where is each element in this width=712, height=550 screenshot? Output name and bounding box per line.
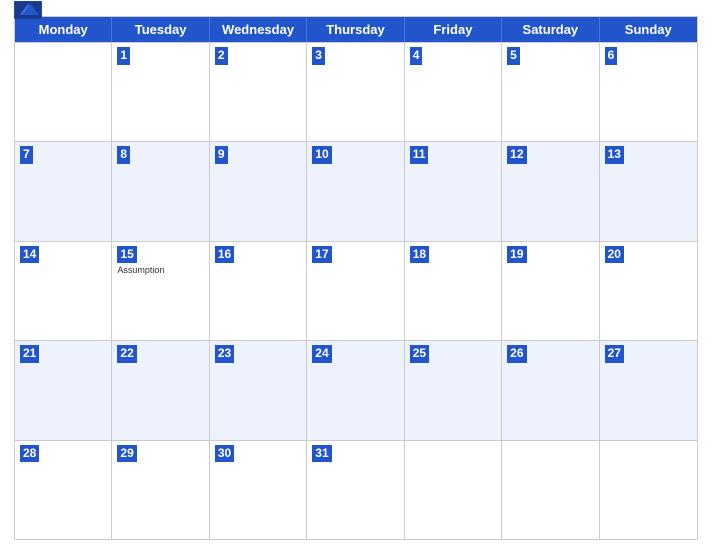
day-header-sunday: Sunday [600, 17, 697, 42]
calendar: MondayTuesdayWednesdayThursdayFridaySatu… [14, 16, 698, 540]
day-cell: 29 [112, 441, 209, 539]
day-number: 28 [20, 445, 39, 463]
day-header-tuesday: Tuesday [112, 17, 209, 42]
day-cell [405, 441, 502, 539]
day-cell: 4 [405, 43, 502, 141]
day-number: 22 [117, 345, 136, 363]
day-cell: 21 [15, 341, 112, 439]
day-cell: 23 [210, 341, 307, 439]
day-number: 23 [215, 345, 234, 363]
day-number: 21 [20, 345, 39, 363]
week-row-1: 1 2 3 4 5 6 [15, 42, 697, 141]
day-number: 13 [605, 146, 624, 164]
day-cell: 22 [112, 341, 209, 439]
day-number: 24 [312, 345, 331, 363]
holiday-label: Assumption [117, 265, 203, 276]
day-cell: 10 [307, 142, 404, 240]
day-number: 26 [507, 345, 526, 363]
day-header-saturday: Saturday [502, 17, 599, 42]
day-cell: 7 [15, 142, 112, 240]
logo-icon [14, 1, 42, 19]
day-cell: 8 [112, 142, 209, 240]
day-cell: 30 [210, 441, 307, 539]
day-number: 4 [410, 47, 423, 65]
day-number: 1 [117, 47, 130, 65]
day-cell: 24 [307, 341, 404, 439]
day-cell: 1 [112, 43, 209, 141]
week-row-2: 7 8 9 10 11 12 13 [15, 141, 697, 240]
day-headers-row: MondayTuesdayWednesdayThursdayFridaySatu… [15, 17, 697, 42]
day-cell: 28 [15, 441, 112, 539]
day-cell: 5 [502, 43, 599, 141]
day-cell: 6 [600, 43, 697, 141]
day-cell: 31 [307, 441, 404, 539]
day-number: 25 [410, 345, 429, 363]
week-row-5: 28 29 30 31 [15, 440, 697, 539]
weeks-container: 123456789101112131415Assumption161718192… [15, 42, 697, 539]
day-cell: 3 [307, 43, 404, 141]
day-number: 8 [117, 146, 130, 164]
logo [14, 1, 42, 20]
day-cell: 26 [502, 341, 599, 439]
day-cell: 20 [600, 242, 697, 340]
day-cell: 14 [15, 242, 112, 340]
day-cell: 12 [502, 142, 599, 240]
day-cell: 9 [210, 142, 307, 240]
day-number: 9 [215, 146, 228, 164]
day-header-monday: Monday [15, 17, 112, 42]
day-number: 10 [312, 146, 331, 164]
day-cell: 2 [210, 43, 307, 141]
day-cell: 11 [405, 142, 502, 240]
day-number: 3 [312, 47, 325, 65]
day-number: 2 [215, 47, 228, 65]
day-number: 18 [410, 246, 429, 264]
day-header-thursday: Thursday [307, 17, 404, 42]
day-cell: 16 [210, 242, 307, 340]
day-number: 11 [410, 146, 429, 164]
week-row-3: 14 15Assumption 16 17 18 19 20 [15, 241, 697, 340]
day-number: 6 [605, 47, 618, 65]
day-number: 5 [507, 47, 520, 65]
day-number: 30 [215, 445, 234, 463]
day-header-wednesday: Wednesday [210, 17, 307, 42]
day-number: 15 [117, 246, 136, 264]
day-header-friday: Friday [405, 17, 502, 42]
day-cell: 27 [600, 341, 697, 439]
day-number: 7 [20, 146, 33, 164]
day-cell [15, 43, 112, 141]
day-number: 20 [605, 246, 624, 264]
week-row-4: 21 22 23 24 25 26 27 [15, 340, 697, 439]
day-cell: 17 [307, 242, 404, 340]
day-number: 27 [605, 345, 624, 363]
day-cell: 19 [502, 242, 599, 340]
day-cell: 13 [600, 142, 697, 240]
day-number: 19 [507, 246, 526, 264]
day-cell [502, 441, 599, 539]
day-number: 29 [117, 445, 136, 463]
day-number: 14 [20, 246, 39, 264]
day-cell [600, 441, 697, 539]
day-number: 12 [507, 146, 526, 164]
day-cell: 15Assumption [112, 242, 209, 340]
day-number: 31 [312, 445, 331, 463]
day-number: 16 [215, 246, 234, 264]
day-cell: 18 [405, 242, 502, 340]
day-cell: 25 [405, 341, 502, 439]
day-number: 17 [312, 246, 331, 264]
